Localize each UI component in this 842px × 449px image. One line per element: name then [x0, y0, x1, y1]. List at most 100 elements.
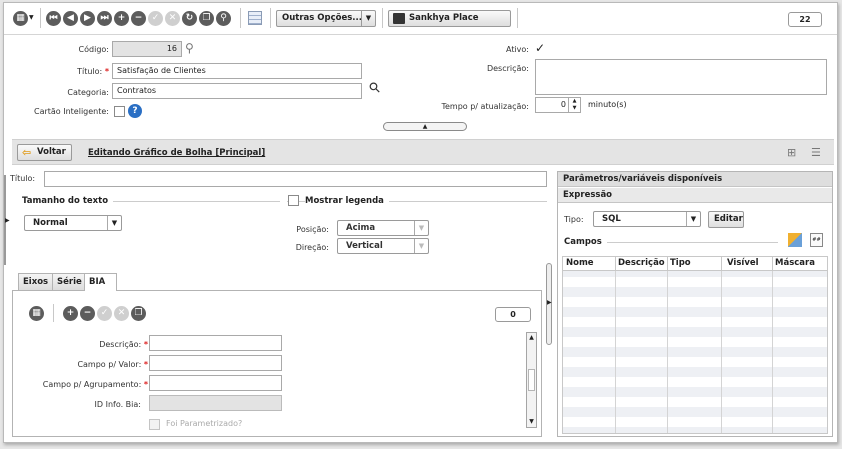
search-icon[interactable]: ⚲ — [185, 41, 194, 55]
mostrar-legenda-checkbox[interactable] — [288, 195, 299, 206]
confirm-icon[interactable]: ✓ — [97, 306, 112, 321]
voltar-button[interactable]: ⇦ Voltar — [17, 144, 72, 161]
col-descricao[interactable]: Descrição — [618, 257, 665, 270]
direcao-select[interactable]: Vertical ▼ — [337, 238, 429, 254]
chart-titulo-label: Título: — [10, 174, 36, 183]
col-divider — [667, 271, 668, 433]
previous-record-icon[interactable]: ◀ — [63, 11, 78, 26]
col-divider — [615, 271, 616, 433]
campo-valor-input[interactable] — [149, 355, 282, 371]
campo-valor-label-text: Campo p/ Valor: — [77, 360, 142, 369]
scroll-thumb[interactable] — [528, 369, 535, 391]
list-icon[interactable]: ☰ — [811, 146, 821, 159]
next-record-icon[interactable]: ▶ — [80, 11, 95, 26]
descricao-textarea[interactable] — [535, 59, 827, 95]
col-nome[interactable]: Nome — [566, 257, 594, 270]
col-divider — [721, 271, 722, 433]
bia-count-badge: 0 — [495, 307, 531, 322]
foi-parametrizado-checkbox[interactable] — [149, 419, 160, 430]
attach-icon[interactable]: ⚲ — [216, 11, 231, 26]
sankhya-place-label: Sankhya Place — [409, 13, 479, 23]
campo-agrupamento-label: Campo p/ Agrupamento: * — [18, 380, 148, 389]
bia-descricao-input[interactable] — [149, 335, 282, 351]
copy-icon[interactable]: ❐ — [131, 306, 146, 321]
col-divider — [721, 257, 722, 270]
campos-table: Nome Descrição Tipo Visível Máscara — [562, 256, 828, 434]
col-divider — [772, 257, 773, 270]
collapse-header-button[interactable]: ▲ — [383, 122, 467, 131]
campo-agrupamento-input[interactable] — [149, 375, 282, 391]
campos-section: Campos — [564, 237, 607, 247]
import-fields-icon[interactable] — [788, 233, 802, 247]
help-icon[interactable]: ? — [128, 104, 142, 118]
posicao-select[interactable]: Acima ▼ — [337, 220, 429, 236]
scroll-down-icon[interactable]: ▼ — [527, 417, 536, 427]
last-record-icon[interactable]: ⏭ — [97, 11, 112, 26]
categoria-label: Categoria: — [67, 88, 109, 97]
cancel-icon[interactable]: ✕ — [114, 306, 129, 321]
tempo-atualizacao-label: Tempo p/ atualização: — [441, 102, 529, 111]
outras-opcoes-button[interactable]: Outras Opções... ▼ — [276, 10, 376, 27]
back-arrow-icon: ⇦ — [22, 146, 32, 159]
scroll-up-icon[interactable]: ▲ — [527, 333, 536, 343]
chevron-down-icon[interactable]: ▼ — [29, 14, 34, 21]
tab-serie[interactable]: Série — [52, 273, 85, 290]
bia-tab-panel: ▦ + − ✓ ✕ ❐ 0 Descrição: * Campo p/ Valo… — [12, 290, 542, 437]
remove-icon[interactable]: − — [131, 11, 146, 26]
chevron-down-icon: ▼ — [414, 239, 428, 253]
expand-right-icon[interactable]: ▶ — [547, 299, 552, 306]
direcao-label: Direção: — [295, 243, 329, 252]
remove-icon[interactable]: − — [80, 306, 95, 321]
tab-eixos[interactable]: Eixos — [18, 273, 53, 290]
titulo-label: Título: * — [24, 67, 109, 76]
first-record-icon[interactable]: ⏮ — [46, 11, 61, 26]
tipo-value: SQL — [602, 214, 621, 224]
voltar-label: Voltar — [37, 147, 66, 157]
chart-titulo-input[interactable] — [44, 171, 547, 187]
add-icon[interactable]: + — [63, 306, 78, 321]
confirm-icon[interactable]: ✓ — [148, 11, 163, 26]
grid-menu-icon[interactable]: ▦ — [13, 11, 28, 26]
titulo-input[interactable]: Satisfação de Clientes — [112, 63, 362, 79]
tamanho-texto-select[interactable]: Normal ▼ — [24, 215, 122, 231]
col-mascara[interactable]: Máscara — [775, 257, 815, 270]
col-tipo[interactable]: Tipo — [670, 257, 691, 270]
expressao-header: Expressão — [558, 188, 832, 203]
codigo-field[interactable]: 16 — [112, 41, 182, 57]
ativo-checkbox[interactable]: ✓ — [535, 42, 546, 54]
campo-agrupamento-label-text: Campo p/ Agrupamento: — [42, 380, 142, 389]
ativo-label: Ativo: — [505, 45, 529, 54]
id-info-bia-field — [149, 395, 282, 411]
cancel-icon[interactable]: ✕ — [165, 11, 180, 26]
params-panel: Parâmetros/variáveis disponíveis Express… — [557, 171, 833, 437]
categoria-input[interactable]: Contratos — [112, 83, 362, 99]
campos-table-header: Nome Descrição Tipo Visível Máscara — [563, 257, 827, 271]
spinner-icon[interactable]: ▲ ▼ — [568, 98, 580, 112]
editar-button[interactable]: Editar — [708, 211, 744, 228]
field-doc-icon[interactable]: ## — [810, 233, 823, 247]
col-divider — [667, 257, 668, 270]
tipo-select[interactable]: SQL ▼ — [593, 211, 701, 227]
required-mark: * — [143, 380, 148, 389]
sankhya-place-button[interactable]: Sankhya Place — [388, 10, 511, 27]
bia-scrollbar[interactable]: ▲ ▼ — [526, 332, 537, 428]
grid-view-icon[interactable] — [248, 11, 262, 25]
tipo-label: Tipo: — [564, 215, 584, 224]
toolbar-separator — [40, 8, 41, 28]
copy-icon[interactable]: ❐ — [199, 11, 214, 26]
mostrar-legenda-label: Mostrar legenda — [305, 196, 389, 206]
record-count-badge: 22 — [788, 12, 822, 27]
edit-title: Editando Gráfico de Bolha [Principal] — [88, 148, 266, 158]
edit-bar: ⇦ Voltar Editando Gráfico de Bolha [Prin… — [12, 139, 834, 165]
grid-menu-icon[interactable]: ▦ — [29, 306, 44, 321]
expand-right-icon[interactable]: ▶ — [5, 217, 10, 224]
refresh-icon[interactable]: ↻ — [182, 11, 197, 26]
search-icon[interactable]: ⚲ — [366, 79, 385, 98]
cartao-inteligente-checkbox[interactable] — [114, 106, 125, 117]
add-icon[interactable]: + — [114, 11, 129, 26]
col-visivel[interactable]: Visível — [727, 257, 759, 270]
tab-bia[interactable]: BIA — [84, 273, 117, 291]
toolbar-separator — [382, 8, 383, 28]
tree-icon[interactable]: ⊞ — [787, 146, 796, 159]
tempo-atualizacao-input[interactable]: 0 ▲ ▼ — [535, 97, 581, 113]
